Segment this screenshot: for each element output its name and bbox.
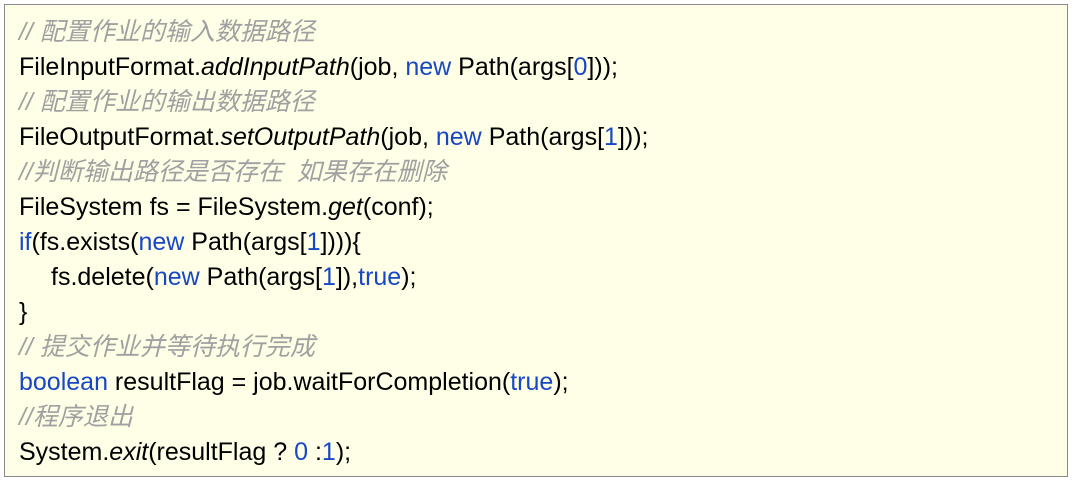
code-text: FileOutputFormat. xyxy=(19,123,221,151)
code-line: // 配置作业的输出数据路径 xyxy=(19,85,1067,120)
code-text: System. xyxy=(19,438,110,466)
code-text: (job, xyxy=(349,53,406,81)
code-line: // 配置作业的输入数据路径 xyxy=(19,15,1067,50)
code-number: 1 xyxy=(322,263,336,291)
code-line: boolean resultFlag = job.waitForCompleti… xyxy=(19,365,1067,400)
code-method: exit xyxy=(109,438,149,466)
code-text: FileSystem fs = FileSystem. xyxy=(19,193,329,221)
code-method: get xyxy=(328,193,363,221)
code-text: fs.delete( xyxy=(51,263,154,291)
code-number: 0 xyxy=(573,53,588,81)
code-method: addInputPath xyxy=(201,53,350,81)
code-line: } xyxy=(19,295,1067,330)
code-keyword: new xyxy=(435,123,482,151)
code-text: ); xyxy=(335,438,352,466)
code-text: ]), xyxy=(335,263,359,291)
code-text: resultFlag = job.waitForCompletion( xyxy=(107,368,511,396)
code-keyword: new xyxy=(405,53,452,81)
code-text: Path(args[ xyxy=(199,263,322,291)
code-block: // 配置作业的输入数据路径 FileInputFormat.addInputPa… xyxy=(4,4,1068,477)
code-comment: //程序退出 xyxy=(19,403,133,431)
code-keyword: new xyxy=(138,228,185,256)
code-text: Path(args[ xyxy=(481,123,605,151)
code-keyword: boolean xyxy=(19,368,108,396)
code-number: 1 xyxy=(306,228,321,256)
code-keyword: if xyxy=(19,228,32,256)
code-line: fs.delete(new Path(args[1]),true); xyxy=(19,260,1067,295)
code-text: Path(args[ xyxy=(184,228,307,256)
code-keyword: true xyxy=(510,368,554,396)
code-line: // 提交作业并等待执行完成 xyxy=(19,330,1067,365)
code-text: Path(args[ xyxy=(451,53,574,81)
code-text: ])); xyxy=(587,53,618,81)
code-text: (resultFlag ? xyxy=(148,438,295,466)
code-line: //判断输出路径是否存在 如果存在删除 xyxy=(19,155,1067,190)
code-text: FileInputFormat. xyxy=(19,53,202,81)
code-text: : xyxy=(308,438,322,466)
code-text: ); xyxy=(401,263,417,291)
code-line: System.exit(resultFlag ? 0 :1); xyxy=(19,435,1067,470)
code-comment: // 配置作业的输入数据路径 xyxy=(19,18,315,46)
code-text: ]))){ xyxy=(320,228,361,256)
code-text: (job, xyxy=(380,123,436,151)
code-comment: // 提交作业并等待执行完成 xyxy=(19,333,315,361)
code-comment: //判断输出路径是否存在 如果存在删除 xyxy=(19,158,447,186)
code-number: 0 xyxy=(294,438,308,466)
code-line: //程序退出 xyxy=(19,400,1067,435)
code-line: FileOutputFormat.setOutputPath(job, new … xyxy=(19,120,1067,155)
code-line: if(fs.exists(new Path(args[1]))){ xyxy=(19,225,1067,260)
code-keyword: true xyxy=(358,263,402,291)
code-line: FileSystem fs = FileSystem.get(conf); xyxy=(19,190,1067,225)
code-text: ); xyxy=(553,368,569,396)
code-number: 1 xyxy=(321,438,336,466)
code-text: (conf); xyxy=(362,193,434,221)
code-method: setOutputPath xyxy=(220,123,381,151)
code-keyword: new xyxy=(153,263,200,291)
code-text: ])); xyxy=(617,123,649,151)
code-text: (fs.exists( xyxy=(31,228,139,256)
code-number: 1 xyxy=(604,123,618,151)
code-text: } xyxy=(19,298,28,326)
code-line: FileInputFormat.addInputPath(job, new Pa… xyxy=(19,50,1067,85)
code-comment: // 配置作业的输出数据路径 xyxy=(19,88,315,116)
